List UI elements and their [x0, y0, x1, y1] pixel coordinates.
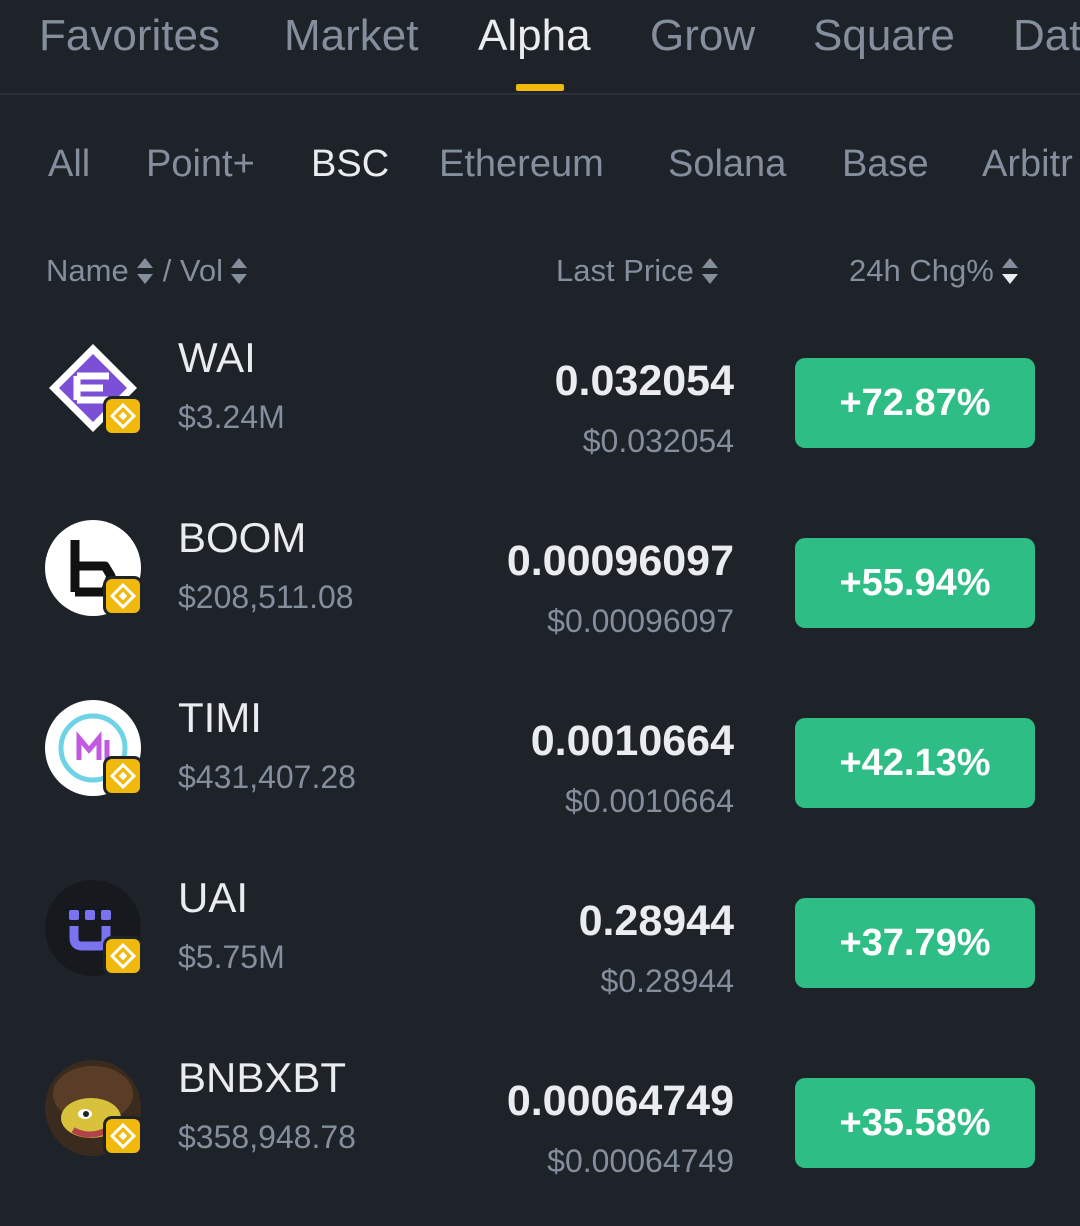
token-row-uai[interactable]: UAI $5.75M 0.28944 $0.28944 +37.79% — [0, 866, 1080, 1046]
change-badge[interactable]: +72.87% — [795, 358, 1035, 448]
sort-icon — [1001, 257, 1018, 285]
change-badge[interactable]: +37.79% — [795, 898, 1035, 988]
filter-base[interactable]: Base — [842, 142, 929, 186]
tab-square[interactable]: Square — [813, 10, 955, 62]
tab-alpha[interactable]: Alpha — [478, 10, 591, 62]
column-header-name-vol: Name / Vol — [46, 252, 248, 290]
sort-by-name[interactable]: Name — [46, 252, 153, 290]
token-row-wai[interactable]: WAI $3.24M 0.032054 $0.032054 +72.87% — [0, 326, 1080, 506]
usd-price: $0.00064749 — [547, 1143, 734, 1179]
usd-price: $0.0010664 — [564, 783, 734, 819]
bnb-chain-icon — [103, 936, 143, 976]
last-price: 0.0010664 — [530, 717, 734, 765]
change-badge[interactable]: +55.94% — [795, 538, 1035, 628]
bnb-chain-icon — [103, 1116, 143, 1156]
token-symbol: TIMI — [178, 694, 262, 741]
header-change-label: 24h Chg% — [849, 253, 994, 288]
sort-icon — [136, 257, 153, 285]
filter-all[interactable]: All — [48, 142, 90, 186]
token-row-bnbxbt[interactable]: BNBXBT $358,948.78 0.00064749 $0.0006474… — [0, 1046, 1080, 1226]
tab-market[interactable]: Market — [284, 10, 418, 62]
tab-favorites[interactable]: Favorites — [39, 10, 220, 62]
tab-grow[interactable]: Grow — [650, 10, 755, 62]
token-row-boom[interactable]: BOOM $208,511.08 0.00096097 $0.00096097 … — [0, 506, 1080, 686]
token-symbol: WAI — [178, 334, 256, 381]
filter-arbitrum[interactable]: Arbitr — [982, 142, 1073, 186]
tab-data[interactable]: Dat — [1013, 10, 1080, 62]
active-tab-indicator — [516, 84, 564, 91]
bnb-chain-icon — [103, 576, 143, 616]
token-volume: $431,407.28 — [178, 759, 356, 795]
sort-icon — [231, 257, 248, 285]
sort-by-volume[interactable]: / Vol — [162, 252, 248, 290]
token-row-timi[interactable]: TIMI $431,407.28 0.0010664 $0.0010664 +4… — [0, 686, 1080, 866]
token-symbol: BOOM — [178, 514, 307, 561]
header-price-label: Last Price — [556, 253, 694, 288]
usd-price: $0.00096097 — [547, 603, 734, 639]
filter-solana[interactable]: Solana — [668, 142, 786, 186]
token-volume: $3.24M — [178, 399, 285, 435]
sort-by-change[interactable]: 24h Chg% — [849, 252, 1018, 290]
sort-by-last-price[interactable]: Last Price — [556, 252, 718, 290]
token-volume: $208,511.08 — [178, 579, 354, 615]
token-symbol: BNBXBT — [178, 1054, 347, 1101]
bnb-chain-icon — [103, 396, 143, 436]
filter-point-plus[interactable]: Point+ — [146, 142, 255, 186]
header-vol-label: / Vol — [162, 253, 224, 288]
token-volume: $358,948.78 — [178, 1119, 356, 1155]
last-price: 0.032054 — [554, 357, 734, 405]
filter-ethereum[interactable]: Ethereum — [439, 142, 604, 186]
filter-bsc[interactable]: BSC — [311, 142, 389, 186]
change-badge[interactable]: +35.58% — [795, 1078, 1035, 1168]
bnb-chain-icon — [103, 756, 143, 796]
last-price: 0.00096097 — [506, 537, 734, 585]
header-name-label: Name — [46, 253, 129, 288]
top-tab-bar: Favorites Market Alpha Grow Square Dat — [0, 0, 1080, 95]
token-volume: $5.75M — [178, 939, 285, 975]
token-symbol: UAI — [178, 874, 249, 921]
usd-price: $0.28944 — [600, 963, 734, 999]
change-badge[interactable]: +42.13% — [795, 718, 1035, 808]
sort-icon — [701, 257, 718, 285]
usd-price: $0.032054 — [582, 423, 734, 459]
last-price: 0.00064749 — [506, 1077, 734, 1125]
last-price: 0.28944 — [578, 897, 734, 945]
